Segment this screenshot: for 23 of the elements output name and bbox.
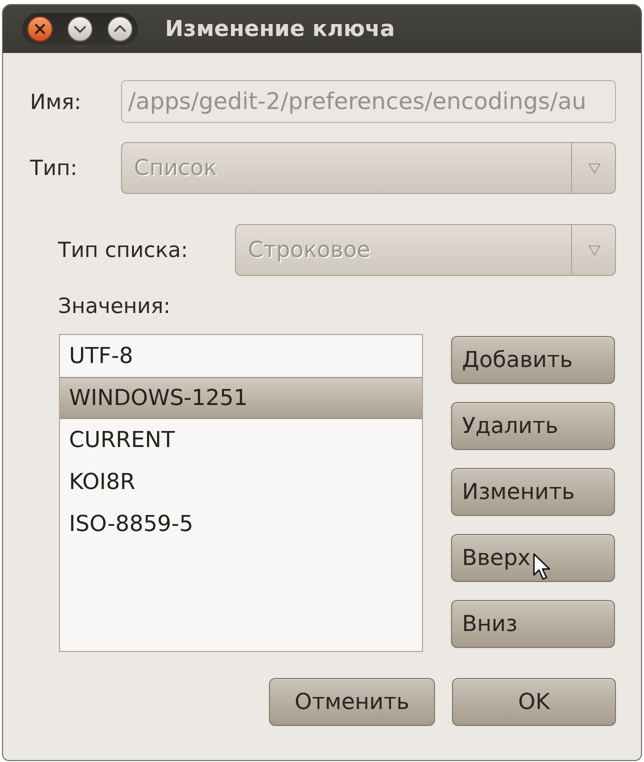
list-action-button[interactable]: Изменить [451,468,615,516]
chevron-down-icon[interactable] [67,16,93,42]
values-label: Значения: [58,294,172,318]
list-item[interactable]: ISO-8859-5 [60,503,422,545]
dropdown-arrow-icon [588,162,601,174]
cancel-button[interactable]: Отменить [269,678,435,726]
dropdown-arrow-icon [588,244,601,256]
list-item[interactable]: CURRENT [60,419,422,461]
type-label: Тип: [30,156,78,180]
list-action-button[interactable]: Добавить [451,336,615,384]
mouse-pointer-icon [533,553,551,581]
list-item[interactable]: KOI8R [60,461,422,503]
list-action-button[interactable]: Вниз [451,600,615,648]
list-type-label: Тип списка: [58,238,189,262]
list-item[interactable]: UTF-8 [60,335,422,377]
name-label: Имя: [30,90,82,114]
window-title: Изменение ключа [165,16,395,42]
list-action-button[interactable]: Вверх [451,534,615,582]
ok-button[interactable]: OK [452,678,616,726]
list-item[interactable]: WINDOWS-1251 [60,377,422,419]
chevron-up-icon[interactable] [107,16,133,42]
list-action-button[interactable]: Удалить [451,402,615,450]
close-icon[interactable] [27,16,53,42]
